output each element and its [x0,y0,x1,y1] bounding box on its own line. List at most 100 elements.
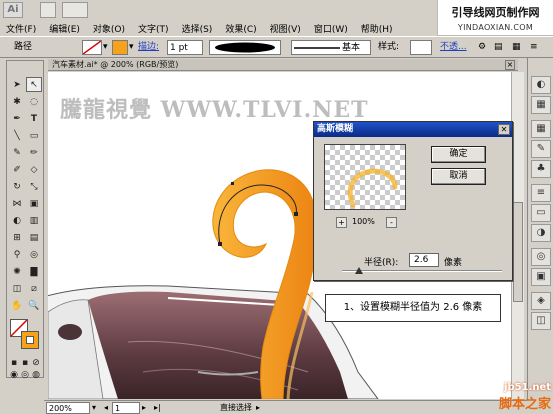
menu-object[interactable]: 对象(O) [87,22,132,35]
transform-icon[interactable]: ▦ [512,40,526,55]
watermark-en: YINDAOXIAN.COM [457,23,534,32]
preview-zoom-value: 100% [352,217,375,226]
scrollbar-thumb[interactable] [513,202,523,302]
close-icon[interactable]: × [505,60,515,70]
hand-tool-icon[interactable]: ✋ [9,298,25,313]
selection-type-label: 路径 [14,42,33,52]
shape-builder-tool-icon[interactable]: ◐ [9,213,25,228]
current-tool-label: 直接选择 [220,403,252,412]
column-graph-tool-icon[interactable]: ▇ [26,264,42,279]
menu-effect[interactable]: 效果(C) [219,22,263,35]
menu-help[interactable]: 帮助(H) [355,22,400,35]
color-guide-icon[interactable]: ▦ [531,96,551,114]
gear-icon[interactable]: ⚙ [478,40,490,55]
blob-brush-tool-icon[interactable]: ✐ [9,162,25,177]
stroke-panel-icon[interactable]: ≡ [531,184,551,202]
draw-behind-icon[interactable]: ◎ [20,367,30,382]
pen-tool-icon[interactable]: ✒ [9,111,25,126]
eyedropper-tool-icon[interactable]: ⚲ [9,247,25,262]
artboard-number-field[interactable]: 1 [112,402,140,414]
zoom-tool-icon[interactable]: 🔍 [26,298,42,313]
gradient-panel-icon[interactable]: ▭ [531,204,551,222]
mesh-tool-icon[interactable]: ⊞ [9,230,25,245]
fill-swatch[interactable] [82,40,102,55]
lasso-tool-icon[interactable]: ◌ [26,94,42,109]
stroke-dropdown-icon[interactable]: ▾ [129,40,137,55]
last-artboard-icon[interactable]: ▸| [154,402,161,414]
menu-select[interactable]: 选择(S) [176,22,220,35]
document-tab[interactable]: 汽车素材.ai* @ 200% (RGB/预览) × [48,59,518,71]
stroke-color-swatch[interactable] [21,331,39,349]
paintbrush-tool-icon[interactable]: ✎ [9,145,25,160]
close-icon[interactable]: ✕ [498,124,510,135]
status-menu-icon[interactable]: ▸ [256,402,260,414]
ok-button[interactable]: 确定 [431,146,486,163]
draw-normal-icon[interactable]: ◉ [9,367,19,382]
gaussian-blur-dialog: 高斯模糊 ✕ + 100% - 确定 取消 半径(R): 2.6 像素 [313,121,513,281]
menu-window[interactable]: 窗口(W) [308,22,355,35]
draw-inside-icon[interactable]: ◍ [31,367,41,382]
opacity-link[interactable]: 不透... [440,40,467,55]
transparency-icon[interactable]: ◑ [531,224,551,242]
blur-preview[interactable] [324,144,406,210]
brushes-icon[interactable]: ✎ [531,140,551,158]
pencil-tool-icon[interactable]: ✏ [26,145,42,160]
menu-file[interactable]: 文件(F) [0,22,43,35]
menu-type[interactable]: 文字(T) [132,22,176,35]
zoom-dropdown-icon[interactable]: ▾ [92,402,96,414]
next-artboard-icon[interactable]: ▸ [142,402,146,414]
rotate-tool-icon[interactable]: ↻ [9,179,25,194]
graphic-styles-icon[interactable]: ▣ [531,268,551,286]
width-tool-icon[interactable]: ⋈ [9,196,25,211]
appearance-icon[interactable]: ◎ [531,248,551,266]
artboards-icon[interactable]: ◫ [531,312,551,330]
style-swatch[interactable] [410,40,432,55]
radius-slider[interactable] [342,270,502,272]
color-panel-icon[interactable]: ◐ [531,76,551,94]
stroke-link[interactable]: 描边: [138,40,159,55]
fill-dropdown-icon[interactable]: ▾ [103,40,111,55]
brush-stroke-icon [294,47,340,49]
rectangle-tool-icon[interactable]: ▭ [26,128,42,143]
app-logo-icon: Ai [3,2,23,18]
radius-input[interactable]: 2.6 [409,253,439,267]
site-logo: jb51.net 脚本之家 [499,382,551,412]
brush-label: 基本 [342,43,361,53]
layers-icon[interactable]: ◈ [531,292,551,310]
zoom-field[interactable]: 200% [46,402,90,414]
symbol-sprayer-tool-icon[interactable]: ✺ [9,264,25,279]
panel-menu-icon[interactable]: ≡ [530,40,544,55]
slice-tool-icon[interactable]: ⧄ [26,281,42,296]
symbols-icon[interactable]: ♣ [531,160,551,178]
swatches-icon[interactable]: ▦ [531,120,551,138]
watermark-cn: 引导线网页制作网 [451,6,540,19]
variable-width-profile[interactable] [209,40,281,55]
stroke-weight-input[interactable]: 1 pt [167,40,203,55]
eraser-tool-icon[interactable]: ◇ [26,162,42,177]
magic-wand-tool-icon[interactable]: ✱ [9,94,25,109]
title-bar: Ai 引导线网页制作网 YINDAOXIAN.COM [0,0,553,36]
direct-selection-tool-icon[interactable]: ↖ [26,77,42,92]
selection-tool-icon[interactable]: ➤ [9,77,25,92]
line-tool-icon[interactable]: ╲ [9,128,25,143]
perspective-grid-tool-icon[interactable]: ▥ [26,213,42,228]
scale-tool-icon[interactable]: ⤡ [26,179,42,194]
stroke-swatch[interactable] [112,40,128,55]
artboard-tool-icon[interactable]: ◫ [9,281,25,296]
align-icon[interactable]: ▤ [494,40,508,55]
menu-view[interactable]: 视图(V) [264,22,308,35]
bridge-button[interactable] [40,2,56,18]
free-transform-tool-icon[interactable]: ▣ [26,196,42,211]
zoom-out-button[interactable]: - [386,217,397,228]
tools-panel: ➤ ↖ ✱ ◌ ✒ T ╲ ▭ ✎ ✏ ✐ ◇ ↻ ⤡ ⋈ ▣ ◐ ▥ ⊞ ▤ … [6,60,44,380]
first-artboard-icon[interactable]: ◂ [104,402,108,414]
cancel-button[interactable]: 取消 [431,168,486,185]
type-tool-icon[interactable]: T [26,111,42,126]
zoom-in-button[interactable]: + [336,217,347,228]
slider-thumb[interactable] [355,267,363,274]
arrange-documents-button[interactable] [62,2,88,18]
gradient-tool-icon[interactable]: ▤ [26,230,42,245]
menu-edit[interactable]: 编辑(E) [43,22,87,35]
blend-tool-icon[interactable]: ◎ [26,247,42,262]
brush-definition[interactable]: 基本 [291,40,371,55]
